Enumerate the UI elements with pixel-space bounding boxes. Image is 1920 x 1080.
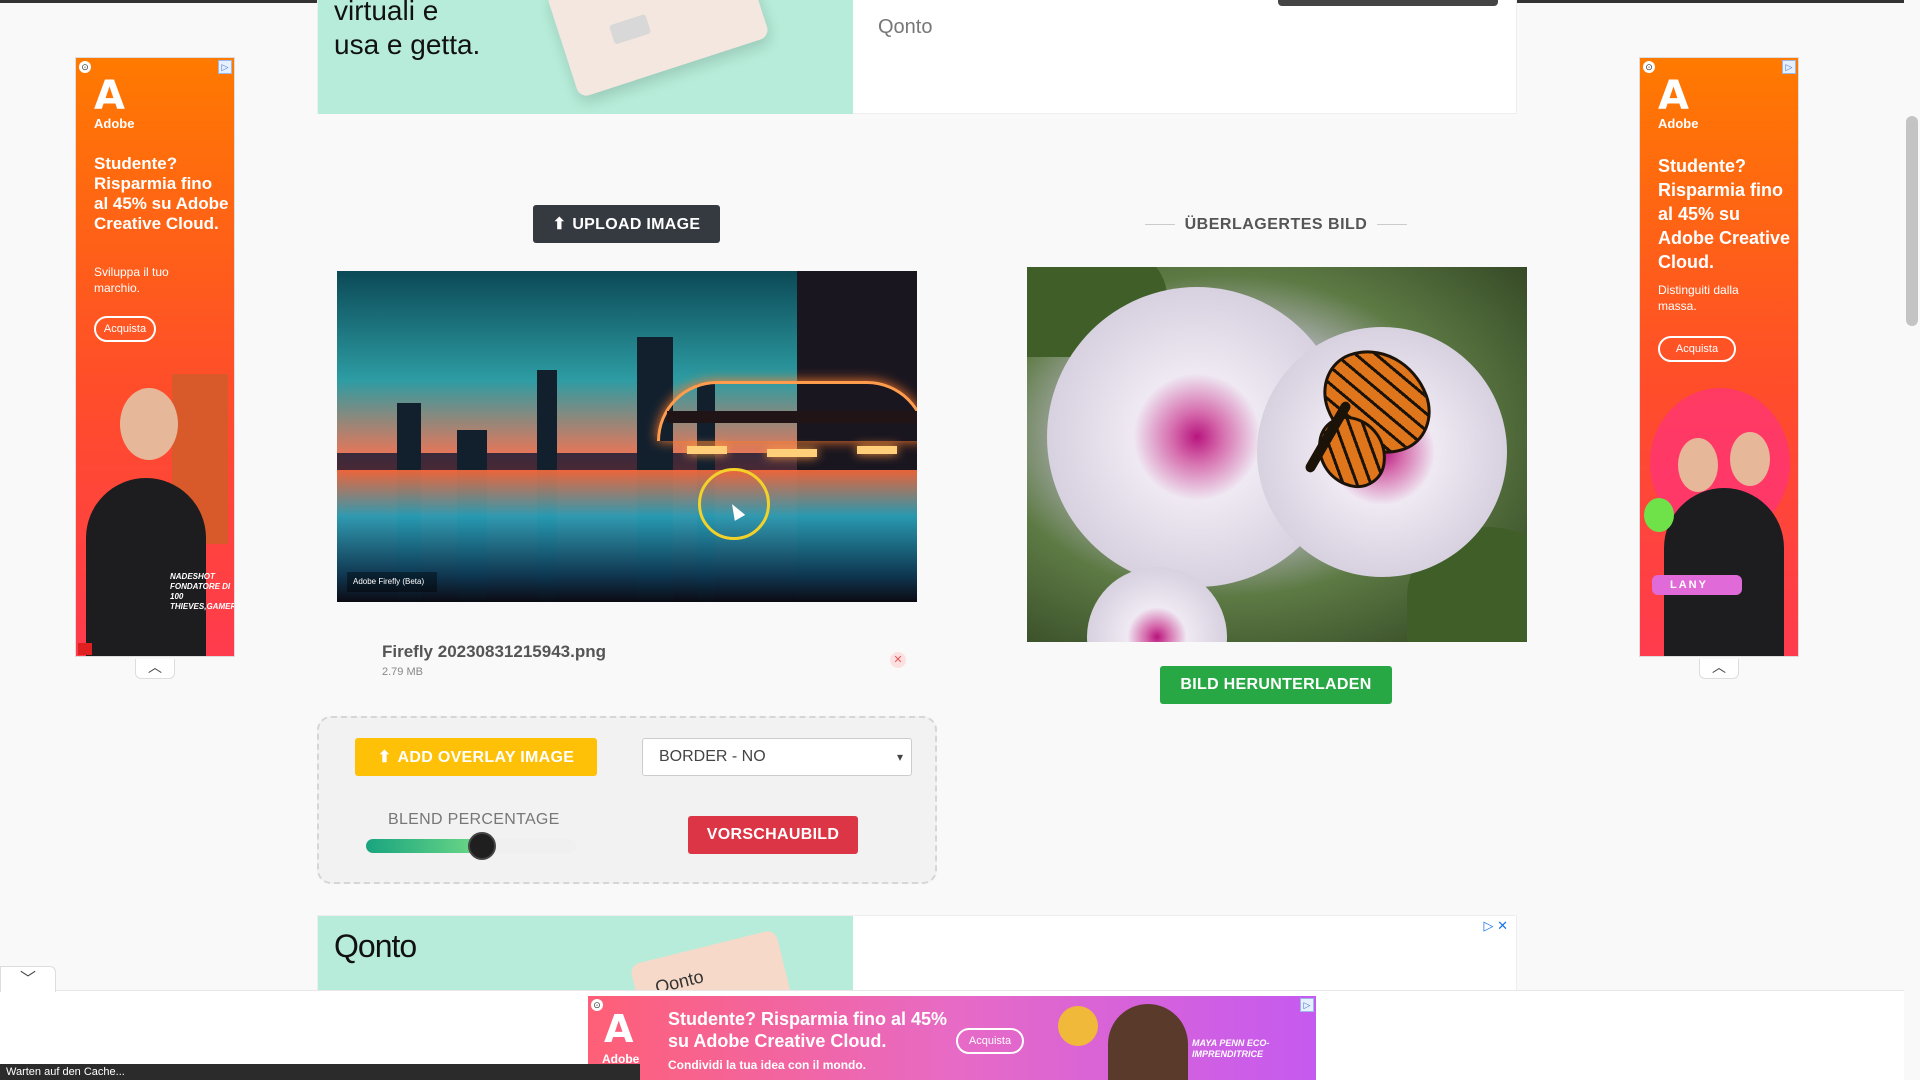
top-ad-text-line-2: usa e getta. xyxy=(334,29,481,60)
download-image-button[interactable]: BILD HERUNTERLADEN xyxy=(1160,666,1392,704)
footer-ad[interactable]: ⊙ ▷ A Adobe Studente? Risparmia fino al … xyxy=(588,996,1316,1080)
result-image-preview xyxy=(1027,267,1527,642)
source-image-watermark: Adobe Firefly (Beta) xyxy=(347,572,437,592)
bottom-ad-brand: Qonto xyxy=(334,928,417,964)
top-ad-creative[interactable]: virtuali e usa e getta. xyxy=(318,0,853,114)
adchoices-icon[interactable]: ▷ xyxy=(1300,998,1314,1012)
adchoices-icon[interactable]: ▷ xyxy=(218,60,232,74)
blend-slider-fill xyxy=(366,839,482,853)
border-select-value: BORDER - NO xyxy=(659,748,766,765)
adchoices-icon[interactable]: ▷ ✕ xyxy=(1483,918,1508,934)
adobe-logo-word: Adobe xyxy=(1658,116,1699,131)
left-ad-person xyxy=(86,478,206,656)
right-ad-face-2 xyxy=(1730,432,1770,486)
page-scrollbar-thumb[interactable] xyxy=(1906,116,1918,326)
right-ad-green-creature xyxy=(1644,498,1674,532)
result-title-text: ÜBERLAGERTES BILD xyxy=(1184,216,1368,233)
chevron-up-icon: ︿ xyxy=(148,659,162,675)
right-ad-headline: Studente? Risparmia fino al 45% su Adobe… xyxy=(1658,156,1791,272)
left-ad-collapse-button[interactable]: ︿ xyxy=(135,659,175,679)
adobe-a-icon: A xyxy=(94,73,125,119)
close-icon: ✕ xyxy=(893,654,903,666)
bottom-banner-ad[interactable]: Qonto Qonto ▷ ✕ xyxy=(317,915,1517,995)
add-overlay-label: ADD OVERLAY IMAGE xyxy=(397,749,575,766)
source-image-light xyxy=(687,446,727,454)
right-ad-face-1 xyxy=(1678,438,1718,492)
adobe-logo: A Adobe xyxy=(1658,73,1702,131)
chevron-down-icon: ﹀ xyxy=(19,971,36,988)
top-banner-ad[interactable]: virtuali e usa e getta. Qonto xyxy=(317,0,1517,114)
adobe-logo: A Adobe xyxy=(94,73,138,131)
footer-ad-headline: Studente? Risparmia fino al 45% su Adobe… xyxy=(668,1009,948,1051)
top-ad-cta-bar[interactable] xyxy=(1278,0,1498,6)
right-ad-subtext: Distinguiti dalla massa. xyxy=(1658,283,1739,313)
left-ad-caption: NADESHOT FONDATORE DI 100 THIEVES,GAMER xyxy=(170,572,235,611)
adobe-logo-word: Adobe xyxy=(94,116,135,131)
bottom-ad-card-image: Qonto xyxy=(629,929,797,995)
upload-icon: ⬆ xyxy=(552,216,567,233)
right-ad-people xyxy=(1664,488,1784,656)
top-ad-text-line-1: virtuali e xyxy=(334,0,439,26)
ad-pin-icon[interactable]: ⊙ xyxy=(79,61,91,73)
blend-slider-thumb[interactable] xyxy=(467,832,496,860)
ad-pin-icon[interactable]: ⊙ xyxy=(1643,61,1655,73)
left-ad-cta-button[interactable]: Acquista xyxy=(94,316,156,342)
preview-button[interactable]: VORSCHAUBILD xyxy=(688,816,858,854)
chevron-down-icon: ▾ xyxy=(896,750,903,764)
upload-image-label: UPLOAD IMAGE xyxy=(572,216,701,233)
right-ad-cta-button[interactable]: Acquista xyxy=(1658,336,1736,362)
footer-ad-bee-art xyxy=(1058,1006,1098,1046)
ad-pin-icon[interactable]: ⊙ xyxy=(591,999,603,1011)
title-divider-left xyxy=(1144,224,1175,226)
upload-icon: ⬆ xyxy=(377,749,392,766)
left-ad-face xyxy=(120,388,178,460)
source-image-light xyxy=(767,449,817,457)
footer-ad-person xyxy=(1108,1004,1188,1080)
footer-collapse-button[interactable]: ﹀ xyxy=(0,966,56,992)
adobe-a-icon: A xyxy=(1658,73,1689,119)
footer-ad-subtext: Condividi la tua idea con il mondo. xyxy=(668,1058,867,1072)
border-select[interactable]: BORDER - NO ▾ xyxy=(642,738,912,776)
top-ad-card-image xyxy=(545,0,771,99)
right-ad-caption: LANY xyxy=(1652,575,1742,595)
source-image-bridge xyxy=(667,411,917,423)
top-ad-text: virtuali e usa e getta. xyxy=(334,0,480,62)
file-size: 2.79 MB xyxy=(382,666,423,678)
top-ad-brand: Qonto xyxy=(878,16,933,38)
left-ad-headline: Studente? Risparmia fino al 45% su Adobe… xyxy=(94,154,229,233)
file-name: Firefly 20230831215943.png xyxy=(382,642,606,661)
footer-ad-cta-button[interactable]: Acquista xyxy=(956,1028,1024,1054)
upload-image-button[interactable]: ⬆ UPLOAD IMAGE xyxy=(533,205,720,243)
left-ad-subtext: Sviluppa il tuo marchio. xyxy=(94,265,169,295)
adchoices-icon[interactable]: ▷ xyxy=(1782,60,1796,74)
bottom-ad-creative[interactable]: Qonto Qonto xyxy=(318,916,853,995)
source-image-light xyxy=(857,446,897,454)
left-ad-red-badge xyxy=(78,643,92,655)
source-image-preview: Adobe Firefly (Beta) xyxy=(337,271,917,602)
right-ad-collapse-button[interactable]: ︿ xyxy=(1699,659,1739,679)
footer-ad-caption: MAYA PENN ECO-IMPRENDITRICE xyxy=(1192,1038,1270,1059)
result-section-title: ÜBERLAGERTES BILD xyxy=(1120,216,1432,234)
adobe-a-icon: A xyxy=(604,1007,634,1051)
left-side-ad[interactable]: ⊙ ▷ A Adobe Studente? Risparmia fino al … xyxy=(75,57,235,657)
blend-percentage-label: BLEND PERCENTAGE xyxy=(388,811,560,828)
browser-status-bar: Warten auf den Cache... xyxy=(0,1064,640,1080)
title-divider-right xyxy=(1377,224,1408,226)
add-overlay-image-button[interactable]: ⬆ ADD OVERLAY IMAGE xyxy=(355,738,597,776)
remove-file-button[interactable]: ✕ xyxy=(890,652,906,668)
right-side-ad[interactable]: ⊙ ▷ A Adobe Studente? Risparmia fino al … xyxy=(1639,57,1799,657)
chevron-up-icon: ︿ xyxy=(1712,659,1726,675)
